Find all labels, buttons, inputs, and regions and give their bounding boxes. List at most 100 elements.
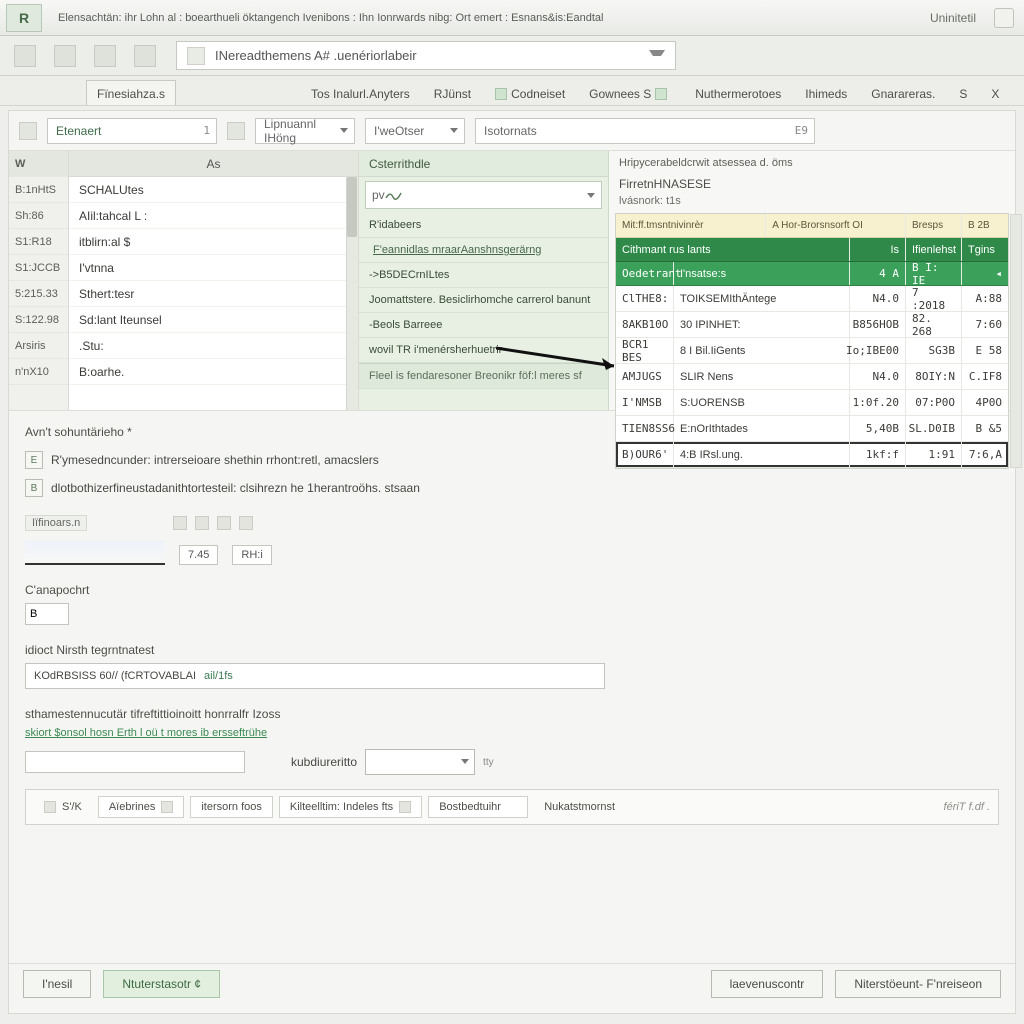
table-row[interactable]: 8AKB10O 30 IPINHET: B856HOB 82. 268 7:60 xyxy=(616,312,1008,338)
orderer-input[interactable] xyxy=(25,603,69,625)
tab-item[interactable]: Gownees S xyxy=(578,80,682,105)
value-row: 7.45 RH:i xyxy=(25,541,999,565)
list-item[interactable]: AIil:tahcal L : xyxy=(69,203,358,229)
pointer-arrow-icon xyxy=(496,340,626,370)
category-item[interactable]: ->B5DECrnILtes xyxy=(359,263,608,288)
value-input[interactable] xyxy=(25,541,165,565)
filter-select-3[interactable]: I'weOtser xyxy=(365,118,465,144)
chevron-down-icon xyxy=(450,128,458,133)
ribbon-icon[interactable] xyxy=(14,45,36,67)
app-icon: R xyxy=(6,4,42,32)
chevron-down-icon[interactable] xyxy=(649,50,665,62)
apply-button[interactable]: 7.45 xyxy=(179,545,218,565)
tab-icon xyxy=(399,801,411,813)
signature-icon xyxy=(385,189,403,201)
expression-input[interactable]: KOdRBSISS 60// (fCRTOVABLAI ail/1fs xyxy=(25,663,605,689)
ribbon-icon[interactable] xyxy=(54,45,76,67)
bottom-tab-bar: S'/K Aïebrines itersorn foos Kilteelltim… xyxy=(25,789,999,825)
btab-input[interactable]: Bostbedtuihr xyxy=(428,796,528,818)
next-button[interactable]: Niterstöeunt- F'nreiseon xyxy=(835,970,1001,998)
checkbox-icon[interactable]: E xyxy=(25,451,43,469)
table-row[interactable]: ClTHE8: TOIKSEMIthÄntege N4.0 7 :2018 A:… xyxy=(616,286,1008,312)
main-panel: Etenaert1 Lipnuannl IHöng I'weOtser Isot… xyxy=(8,110,1016,1014)
table-header-mid: Cithmant rus lants Is Ifienlehst Tgins xyxy=(616,238,1008,262)
ribbon-icon[interactable] xyxy=(134,45,156,67)
table-row[interactable]: AMJUGS SLIR Nens N4.0 8OIY:N C.IF8 xyxy=(616,364,1008,390)
three-column-area: W B:1nHtS Sh:86 S1:R18 S1:JCCB 5:215.33 … xyxy=(9,151,1015,411)
tab-item[interactable]: S xyxy=(948,80,978,105)
tab-item[interactable]: X xyxy=(980,80,1010,105)
id-cell[interactable]: Arsiris xyxy=(9,333,68,359)
list-item[interactable]: .Stu: xyxy=(69,333,358,359)
tool-icon[interactable] xyxy=(239,516,253,530)
reset-button[interactable]: RH:i xyxy=(232,545,271,565)
cancel-button[interactable]: I'nesil xyxy=(23,970,91,998)
name-column: As SCHALUtes AIil:tahcal L : itblirn:al … xyxy=(69,151,359,410)
category-item[interactable]: Joomattstere. Besiclirhomche carrerol ba… xyxy=(359,288,608,313)
list-item[interactable]: SCHALUtes xyxy=(69,177,358,203)
primary-button[interactable]: Ntuterstasotr ¢ xyxy=(103,970,220,998)
tab-strip: Fïnesiahza.s Tos Inalurl.Anyters RJünst … xyxy=(0,76,1024,106)
table-row-selected[interactable]: B)OUR6' 4:B IRsl.ung. 1kf:f 1:91 7:6,A xyxy=(616,442,1008,468)
filter-select-2[interactable]: Lipnuannl IHöng xyxy=(255,118,355,144)
tool-icon[interactable] xyxy=(217,516,231,530)
category-panel: Csterrithdle pv R'idabeers F'eannidlas m… xyxy=(359,151,609,410)
ribbon: INereadthemens A# .uenériorlabeir xyxy=(0,36,1024,76)
list-item[interactable]: Sd:lant Iteunsel xyxy=(69,307,358,333)
category-search[interactable]: pv xyxy=(365,181,602,209)
tab-item[interactable]: RJünst xyxy=(423,80,482,105)
list-item[interactable]: Sthert:tesr xyxy=(69,281,358,307)
list-item[interactable]: I'vtnna xyxy=(69,255,358,281)
id-cell[interactable]: 5:215.33 xyxy=(9,281,68,307)
btab-item[interactable]: S'/K xyxy=(34,797,92,817)
btab-item[interactable]: Nukatstmornst xyxy=(534,797,625,817)
id-cell[interactable]: S1:JCCB xyxy=(9,255,68,281)
filter-select-4[interactable]: IsotornatsE9 xyxy=(475,118,815,144)
table-row[interactable]: BCR1 BES 8 I Bil.IiGents Io;IBE00 SG3B E… xyxy=(616,338,1008,364)
btab-item[interactable]: itersorn foos xyxy=(190,796,273,818)
ribbon-icon[interactable] xyxy=(94,45,116,67)
tool-icon[interactable] xyxy=(195,516,209,530)
id-cell[interactable]: Sh:86 xyxy=(9,203,68,229)
tab-item[interactable]: Codneiset xyxy=(484,80,576,105)
id-cell[interactable]: n'nX10 xyxy=(9,359,68,385)
table-row[interactable]: TIEN8SS6 E:nOrIthtades 5,40B SL.D0IB B &… xyxy=(616,416,1008,442)
filter-select-1[interactable]: Etenaert1 xyxy=(47,118,217,144)
mini-label: Iïfinoars.n xyxy=(25,515,87,531)
user-label: Uninitetil xyxy=(930,11,994,25)
secondary-button[interactable]: laevenuscontr xyxy=(711,970,824,998)
btab-item[interactable]: Aïebrines xyxy=(98,796,184,818)
expression-chip: ail/1fs xyxy=(204,670,233,682)
tab-icon xyxy=(161,801,173,813)
category-item[interactable]: F'eannidlas mraarAanshnsgerärng xyxy=(359,238,608,263)
name-box[interactable]: INereadthemens A# .uenériorlabeir xyxy=(176,41,676,70)
category-item[interactable]: -Beols Barreee xyxy=(359,313,608,338)
checkbox-icon[interactable]: B xyxy=(25,479,43,497)
scrollbar[interactable] xyxy=(1010,214,1022,468)
id-cell[interactable]: B:1nHtS xyxy=(9,177,68,203)
tab-item[interactable]: Gnarareras. xyxy=(860,80,946,105)
form-area: Avn't sohuntärieho * E R'ymesedncunder: … xyxy=(9,411,1015,839)
window-control-icon[interactable] xyxy=(994,8,1014,28)
form-text: R'ymesedncunder: intrerseioare shethin r… xyxy=(51,453,379,467)
id-cell[interactable]: S:122.98 xyxy=(9,307,68,333)
dropdown[interactable] xyxy=(365,749,475,775)
id-cell[interactable]: S1:R18 xyxy=(9,229,68,255)
tab-item[interactable]: Nuthermerotoes xyxy=(684,80,792,105)
list-item[interactable]: itblirn:al $ xyxy=(69,229,358,255)
text-input[interactable] xyxy=(25,751,245,773)
filter-icon[interactable] xyxy=(227,122,245,140)
id-column: W B:1nHtS Sh:86 S1:R18 S1:JCCB 5:215.33 … xyxy=(9,151,69,410)
tab-item[interactable]: Ihimeds xyxy=(794,80,858,105)
tab-item[interactable]: Fïnesiahza.s xyxy=(86,80,176,105)
category-item[interactable]: R'idabeers xyxy=(359,213,608,238)
scroll-thumb[interactable] xyxy=(347,177,357,237)
tool-icon[interactable] xyxy=(173,516,187,530)
help-link[interactable]: skiort $onsol hosn Erth l oü t mores ib … xyxy=(25,727,999,739)
table-row[interactable]: I'NMSB S:UORENSB 1:0f.20 07:P0O 4P0O xyxy=(616,390,1008,416)
btab-item[interactable]: Kilteelltim: Indeles fts xyxy=(279,796,422,818)
filter-icon[interactable] xyxy=(19,122,37,140)
list-item[interactable]: B:oarhe. xyxy=(69,359,358,385)
preview-title: FirretnHNASESE xyxy=(615,175,1009,193)
tab-item[interactable]: Tos Inalurl.Anyters xyxy=(300,80,421,105)
